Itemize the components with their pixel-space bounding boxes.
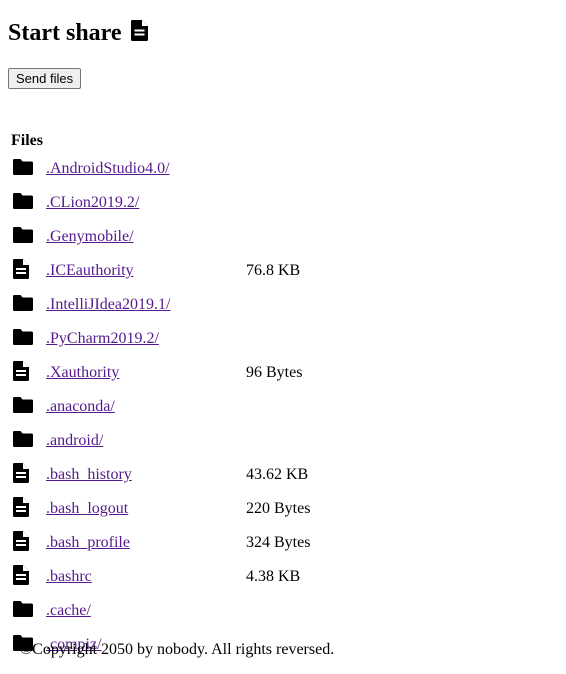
file-link[interactable]: .Xauthority xyxy=(46,364,119,381)
table-row: .bash_profile 324 Bytes xyxy=(10,527,357,559)
icon-cell xyxy=(10,255,43,287)
file-size xyxy=(245,289,357,321)
folder-icon xyxy=(13,158,42,180)
table-row: .CLion2019.2/ xyxy=(10,187,357,219)
icon-cell xyxy=(10,153,43,185)
file-icon xyxy=(130,19,148,41)
table-row: .PyCharm2019.2/ xyxy=(10,323,357,355)
file-icon xyxy=(13,496,42,522)
folder-icon xyxy=(13,328,42,350)
file-size: 43.62 KB xyxy=(246,466,309,483)
name-cell: .Genymobile/ xyxy=(45,221,243,253)
folder-link[interactable]: .CLion2019.2/ xyxy=(46,194,139,211)
table-row: .IntelliJIdea2019.1/ xyxy=(10,289,357,321)
file-size: 220 Bytes xyxy=(246,500,311,517)
file-icon xyxy=(13,258,42,284)
folder-icon xyxy=(13,192,42,214)
file-size: 324 Bytes xyxy=(246,534,311,551)
folder-icon xyxy=(13,226,42,248)
table-row: .AndroidStudio4.0/ xyxy=(10,153,357,185)
name-cell: .cache/ xyxy=(45,595,243,627)
file-link[interactable]: .bashrc xyxy=(46,568,92,585)
folder-link[interactable]: .anaconda/ xyxy=(46,398,115,415)
folder-link[interactable]: .IntelliJIdea2019.1/ xyxy=(46,296,170,313)
folder-icon xyxy=(13,600,42,622)
file-size xyxy=(245,425,357,457)
files-table: Files .AndroidStudio4.0/ .CLion2019.2/ .Ge… xyxy=(8,129,359,663)
name-cell: .PyCharm2019.2/ xyxy=(45,323,243,355)
icon-cell xyxy=(10,221,43,253)
name-cell: .AndroidStudio4.0/ xyxy=(45,153,243,185)
name-cell: .Xauthority xyxy=(45,357,243,389)
name-cell: .bash_history xyxy=(45,459,243,491)
file-size xyxy=(245,221,357,253)
file-icon xyxy=(13,564,42,590)
table-row: .android/ xyxy=(10,425,357,457)
name-cell: .bashrc xyxy=(45,561,243,593)
page-header: Start share xyxy=(8,16,148,50)
name-cell: .anaconda/ xyxy=(45,391,243,423)
table-row: .bash_logout 220 Bytes xyxy=(10,493,357,525)
table-row: .bash_history 43.62 KB xyxy=(10,459,357,491)
file-link[interactable]: .bash_profile xyxy=(46,534,130,551)
file-link[interactable]: .bash_logout xyxy=(46,500,128,517)
name-cell: .android/ xyxy=(45,425,243,457)
file-icon xyxy=(13,360,42,386)
icon-cell xyxy=(10,323,43,355)
footer-copyright: ©Copyright 2050 by nobody. All rights re… xyxy=(20,641,335,658)
icon-cell xyxy=(10,595,43,627)
file-icon xyxy=(13,530,42,556)
folder-icon xyxy=(13,294,42,316)
files-table-header: Files xyxy=(11,132,43,149)
icon-cell xyxy=(10,391,43,423)
icon-cell xyxy=(10,527,43,559)
file-size: 96 Bytes xyxy=(246,364,303,381)
file-icon xyxy=(13,462,42,488)
table-row: .Xauthority 96 Bytes xyxy=(10,357,357,389)
name-cell: .IntelliJIdea2019.1/ xyxy=(45,289,243,321)
file-link[interactable]: .ICEauthority xyxy=(46,262,134,279)
file-size xyxy=(245,323,357,355)
page-title: Start share xyxy=(8,20,122,46)
icon-cell xyxy=(10,425,43,457)
folder-link[interactable]: .android/ xyxy=(46,432,103,449)
files-table-body: .AndroidStudio4.0/ .CLion2019.2/ .Genymobi… xyxy=(10,153,357,661)
icon-cell xyxy=(10,357,43,389)
table-row: .Genymobile/ xyxy=(10,221,357,253)
file-size xyxy=(245,595,357,627)
table-row: .bashrc 4.38 KB xyxy=(10,561,357,593)
folder-link[interactable]: .cache/ xyxy=(46,602,91,619)
file-size: 76.8 KB xyxy=(246,262,301,279)
icon-cell xyxy=(10,459,43,491)
icon-cell xyxy=(10,561,43,593)
table-row: .cache/ xyxy=(10,595,357,627)
folder-icon xyxy=(13,396,42,418)
folder-link[interactable]: .Genymobile/ xyxy=(46,228,134,245)
icon-cell xyxy=(10,187,43,219)
icon-cell xyxy=(10,493,43,525)
send-files-button[interactable]: Send files xyxy=(8,68,82,89)
folder-link[interactable]: .PyCharm2019.2/ xyxy=(46,330,159,347)
table-row: .ICEauthority 76.8 KB xyxy=(10,255,357,287)
file-size xyxy=(245,391,357,423)
table-row: .anaconda/ xyxy=(10,391,357,423)
file-size xyxy=(245,153,357,185)
name-cell: .bash_logout xyxy=(45,493,243,525)
name-cell: .CLion2019.2/ xyxy=(45,187,243,219)
folder-icon xyxy=(13,430,42,452)
name-cell: .bash_profile xyxy=(45,527,243,559)
icon-cell xyxy=(10,289,43,321)
file-link[interactable]: .bash_history xyxy=(46,466,132,483)
name-cell: .ICEauthority xyxy=(45,255,243,287)
file-size: 4.38 KB xyxy=(246,568,301,585)
file-size xyxy=(245,187,357,219)
folder-link[interactable]: .AndroidStudio4.0/ xyxy=(46,160,170,177)
